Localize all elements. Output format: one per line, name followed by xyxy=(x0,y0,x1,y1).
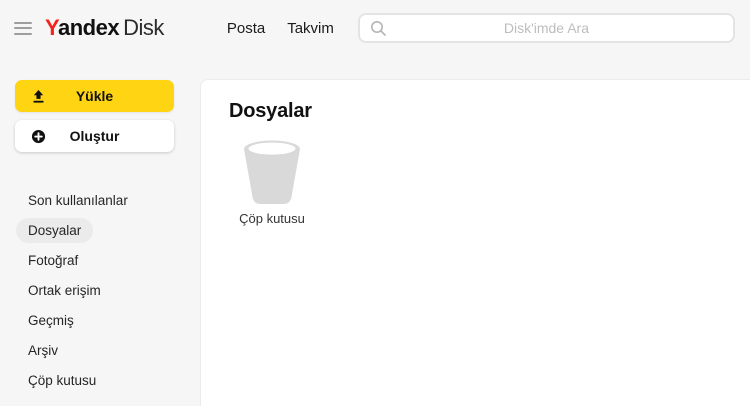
sidebar-item-photos[interactable]: Fotoğraf xyxy=(16,248,90,273)
logo-brand: Yandex xyxy=(45,15,120,40)
sidebar-nav: Son kullanılanlar Dosyalar Fotoğraf Orta… xyxy=(16,188,140,398)
search-box[interactable] xyxy=(357,13,735,43)
trash-bin-icon xyxy=(244,140,300,204)
app-header: Yandex Disk Posta Takvim xyxy=(0,0,750,56)
sidebar-item-trash[interactable]: Çöp kutusu xyxy=(16,368,108,393)
upload-button[interactable]: Yükle xyxy=(15,80,174,112)
sidebar-item-files[interactable]: Dosyalar xyxy=(16,218,94,243)
search-input[interactable] xyxy=(359,15,733,41)
yandex-disk-logo[interactable]: Yandex Disk xyxy=(45,15,164,41)
sidebar-item-history[interactable]: Geçmiş xyxy=(16,308,86,333)
main-content-panel: Dosyalar Çöp kutusu xyxy=(200,79,750,406)
nav-link-posta[interactable]: Posta xyxy=(227,20,265,37)
create-button[interactable]: Oluştur xyxy=(15,120,174,152)
page-title: Dosyalar xyxy=(229,100,312,122)
sidebar-item-archive[interactable]: Arşiv xyxy=(16,338,70,363)
plus-circle-icon xyxy=(31,129,46,144)
logo-brand-rest: andex xyxy=(57,15,120,40)
logo-product: Disk xyxy=(123,15,164,40)
logo-brand-first-letter: Y xyxy=(45,15,58,40)
sidebar-item-recent[interactable]: Son kullanılanlar xyxy=(16,188,140,213)
trash-folder-tile[interactable]: Çöp kutusu xyxy=(227,140,317,226)
sidebar-item-shared[interactable]: Ortak erişim xyxy=(16,278,113,303)
search-icon xyxy=(370,20,386,36)
upload-icon xyxy=(31,89,46,104)
nav-link-takvim[interactable]: Takvim xyxy=(287,20,334,37)
sidebar: Yükle Oluştur Son kullanılanlar Dosyalar… xyxy=(0,56,200,406)
trash-folder-label: Çöp kutusu xyxy=(239,211,305,226)
hamburger-menu-icon[interactable] xyxy=(14,21,32,35)
